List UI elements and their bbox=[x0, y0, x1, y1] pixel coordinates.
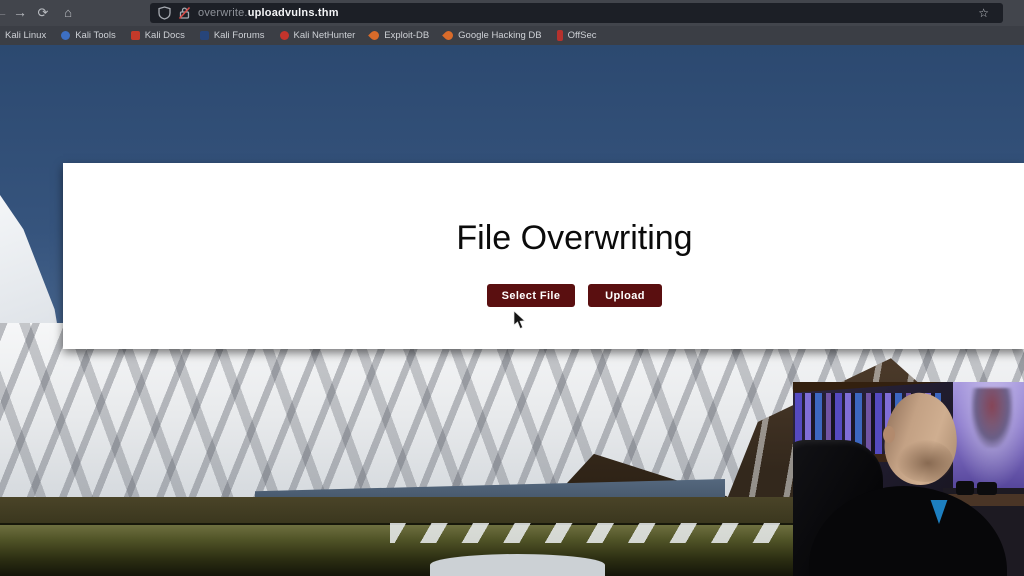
bookmarks-toolbar: Kali Linux Kali Tools Kali Docs Kali For… bbox=[0, 26, 1024, 45]
valley-snow-patch bbox=[430, 554, 605, 576]
button-row: Select File Upload bbox=[94, 284, 1024, 307]
valley-snow-streaks bbox=[390, 523, 790, 543]
kali-forums-favicon-icon bbox=[199, 31, 209, 40]
bookmark-kali-linux[interactable]: Kali Linux bbox=[5, 26, 46, 45]
upload-button[interactable]: Upload bbox=[588, 284, 662, 307]
tracking-protection-shield-icon[interactable] bbox=[158, 6, 171, 20]
bookmark-label: Kali Forums bbox=[213, 30, 265, 41]
webcam-speaker-left bbox=[956, 481, 974, 495]
home-button[interactable]: ⌂ bbox=[58, 0, 78, 26]
upload-card-content: File Overwriting Select File Upload bbox=[94, 218, 1024, 307]
bookmark-label: OffSec bbox=[567, 30, 597, 41]
url-domain: uploadvulns.thm bbox=[247, 7, 339, 19]
webcam-poster-crest bbox=[971, 388, 1013, 448]
bookmark-google-hacking-db[interactable]: Google Hacking DB bbox=[442, 26, 542, 45]
bookmark-star-icon[interactable]: ☆ bbox=[978, 6, 989, 20]
bookmark-label: Kali Docs bbox=[144, 30, 185, 41]
bookmark-label: Kali NetHunter bbox=[293, 30, 356, 41]
url-text: overwrite.uploadvulns.thm bbox=[198, 7, 339, 19]
bookmark-label: Exploit-DB bbox=[384, 30, 430, 41]
bookmark-kali-docs[interactable]: Kali Docs bbox=[130, 26, 185, 45]
webcam-person-ear bbox=[883, 426, 895, 443]
bookmark-offsec[interactable]: OffSec bbox=[556, 26, 597, 45]
webcam-speaker-right bbox=[977, 482, 997, 495]
select-file-button[interactable]: Select File bbox=[487, 284, 575, 307]
webcam-overlay bbox=[793, 382, 1024, 576]
navigation-toolbar: ← → ⟳ ⌂ overwrite.uploadvulns.thm ☆ bbox=[0, 0, 1024, 26]
upload-card: File Overwriting Select File Upload bbox=[63, 163, 1024, 349]
bookmark-label: Google Hacking DB bbox=[458, 30, 542, 41]
insecure-lock-icon[interactable] bbox=[178, 6, 191, 20]
bookmark-label: Kali Tools bbox=[75, 30, 116, 41]
page-viewport: File Overwriting Select File Upload bbox=[0, 45, 1024, 576]
bookmark-label: Kali Linux bbox=[5, 30, 47, 41]
browser-window: ← → ⟳ ⌂ overwrite.uploadvulns.thm ☆ Kali… bbox=[0, 0, 1024, 576]
bookmark-exploit-db[interactable]: Exploit-DB bbox=[368, 26, 430, 45]
bookmark-kali-nethunter[interactable]: Kali NetHunter bbox=[279, 26, 356, 45]
kali-docs-favicon-icon bbox=[130, 31, 140, 40]
reload-button[interactable]: ⟳ bbox=[33, 0, 53, 26]
forward-button[interactable]: → bbox=[10, 0, 30, 26]
exploit-db-favicon-icon bbox=[368, 29, 382, 42]
url-subdomain: overwrite. bbox=[198, 7, 248, 19]
kali-nethunter-favicon-icon bbox=[279, 31, 289, 40]
page-title: File Overwriting bbox=[456, 219, 693, 257]
google-hacking-db-favicon-icon bbox=[442, 29, 456, 42]
url-bar[interactable]: overwrite.uploadvulns.thm ☆ bbox=[150, 3, 1003, 23]
webcam-person-beard bbox=[897, 440, 953, 482]
bookmark-kali-forums[interactable]: Kali Forums bbox=[199, 26, 265, 45]
bookmark-kali-tools[interactable]: Kali Tools bbox=[61, 26, 116, 45]
mouse-cursor bbox=[513, 311, 526, 329]
offsec-favicon-icon bbox=[556, 30, 563, 41]
kali-tools-favicon-icon bbox=[61, 31, 71, 40]
